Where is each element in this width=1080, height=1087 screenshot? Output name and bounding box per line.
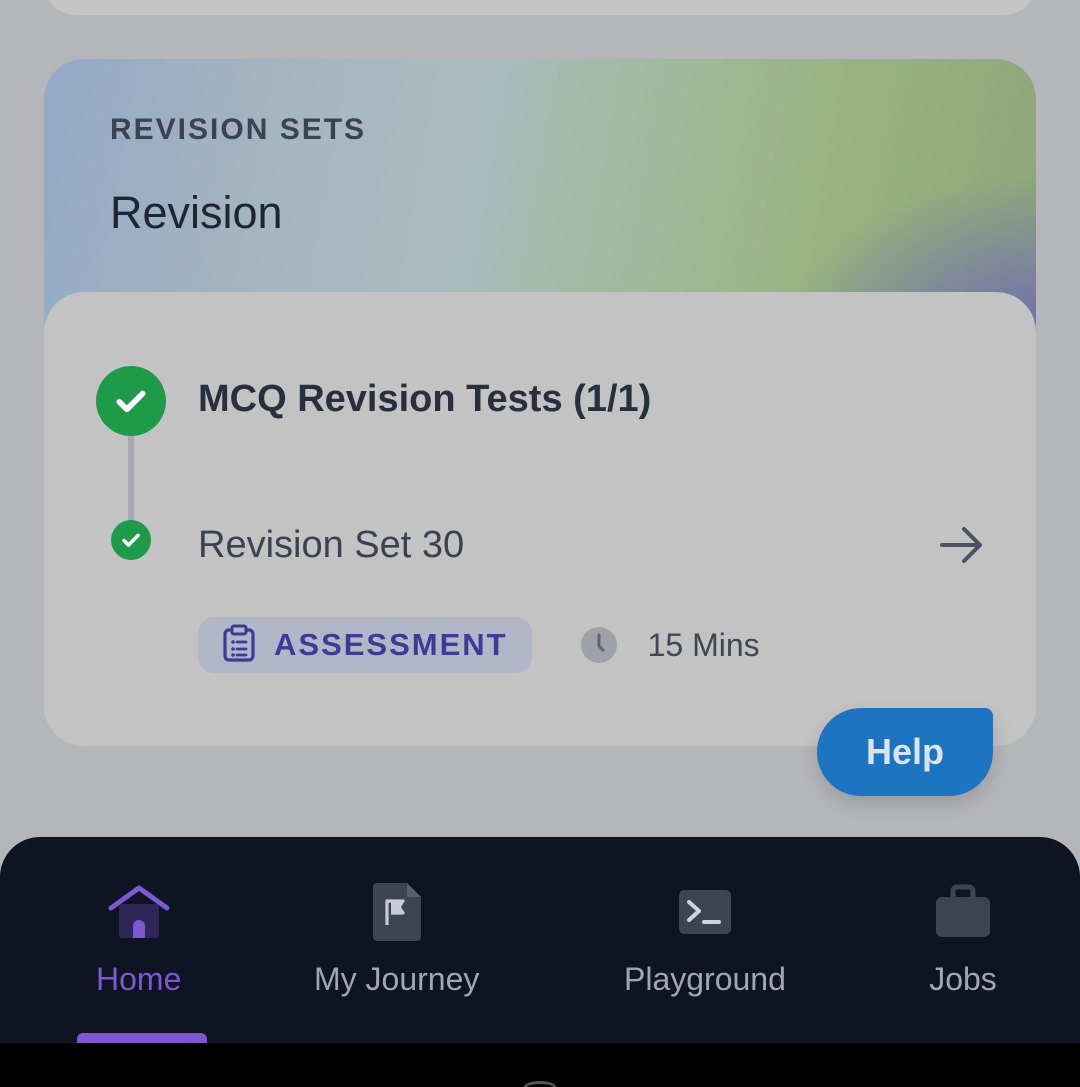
home-handle[interactable] xyxy=(524,1081,556,1087)
completed-check-icon xyxy=(96,366,166,436)
revision-set-item[interactable]: Revision Set 30 xyxy=(198,520,988,570)
section-title: Revision xyxy=(110,187,283,238)
item-meta: ASSESSMENT 15 Mins xyxy=(198,617,760,673)
section-label: REVISION SETS xyxy=(110,113,367,146)
arrow-right-icon[interactable] xyxy=(936,520,988,570)
nav-item-playground[interactable]: Playground xyxy=(624,877,786,998)
duration-text: 15 Mins xyxy=(647,626,760,663)
system-navigation-bar xyxy=(0,1043,1080,1087)
assessment-badge: ASSESSMENT xyxy=(198,617,532,673)
home-icon xyxy=(104,877,174,947)
nav-label-my-journey: My Journey xyxy=(314,961,480,997)
previous-card xyxy=(44,0,1036,15)
help-button[interactable]: Help xyxy=(817,708,993,796)
flag-file-icon xyxy=(362,877,432,947)
revision-body: MCQ Revision Tests (1/1) Revision Set 30 xyxy=(44,292,1036,746)
terminal-icon xyxy=(670,877,740,947)
bottom-navigation: Home My Journey Playground Jobs xyxy=(0,837,1080,1043)
clock-icon xyxy=(580,626,618,664)
revision-sets-card: REVISION SETS Revision MCQ Revision Test… xyxy=(44,59,1036,746)
item-check-icon xyxy=(111,520,151,560)
nav-label-playground: Playground xyxy=(624,961,786,997)
nav-item-jobs[interactable]: Jobs xyxy=(928,877,998,998)
nav-item-home[interactable]: Home xyxy=(96,877,181,998)
badge-label: ASSESSMENT xyxy=(274,627,508,662)
active-tab-indicator xyxy=(77,1033,207,1043)
nav-label-jobs: Jobs xyxy=(929,961,997,997)
group-title: MCQ Revision Tests (1/1) xyxy=(198,378,652,420)
nav-label-home: Home xyxy=(96,961,182,997)
clipboard-icon xyxy=(222,624,256,667)
nav-item-my-journey[interactable]: My Journey xyxy=(314,877,479,998)
revision-set-title: Revision Set 30 xyxy=(198,523,465,566)
briefcase-icon xyxy=(928,877,998,947)
